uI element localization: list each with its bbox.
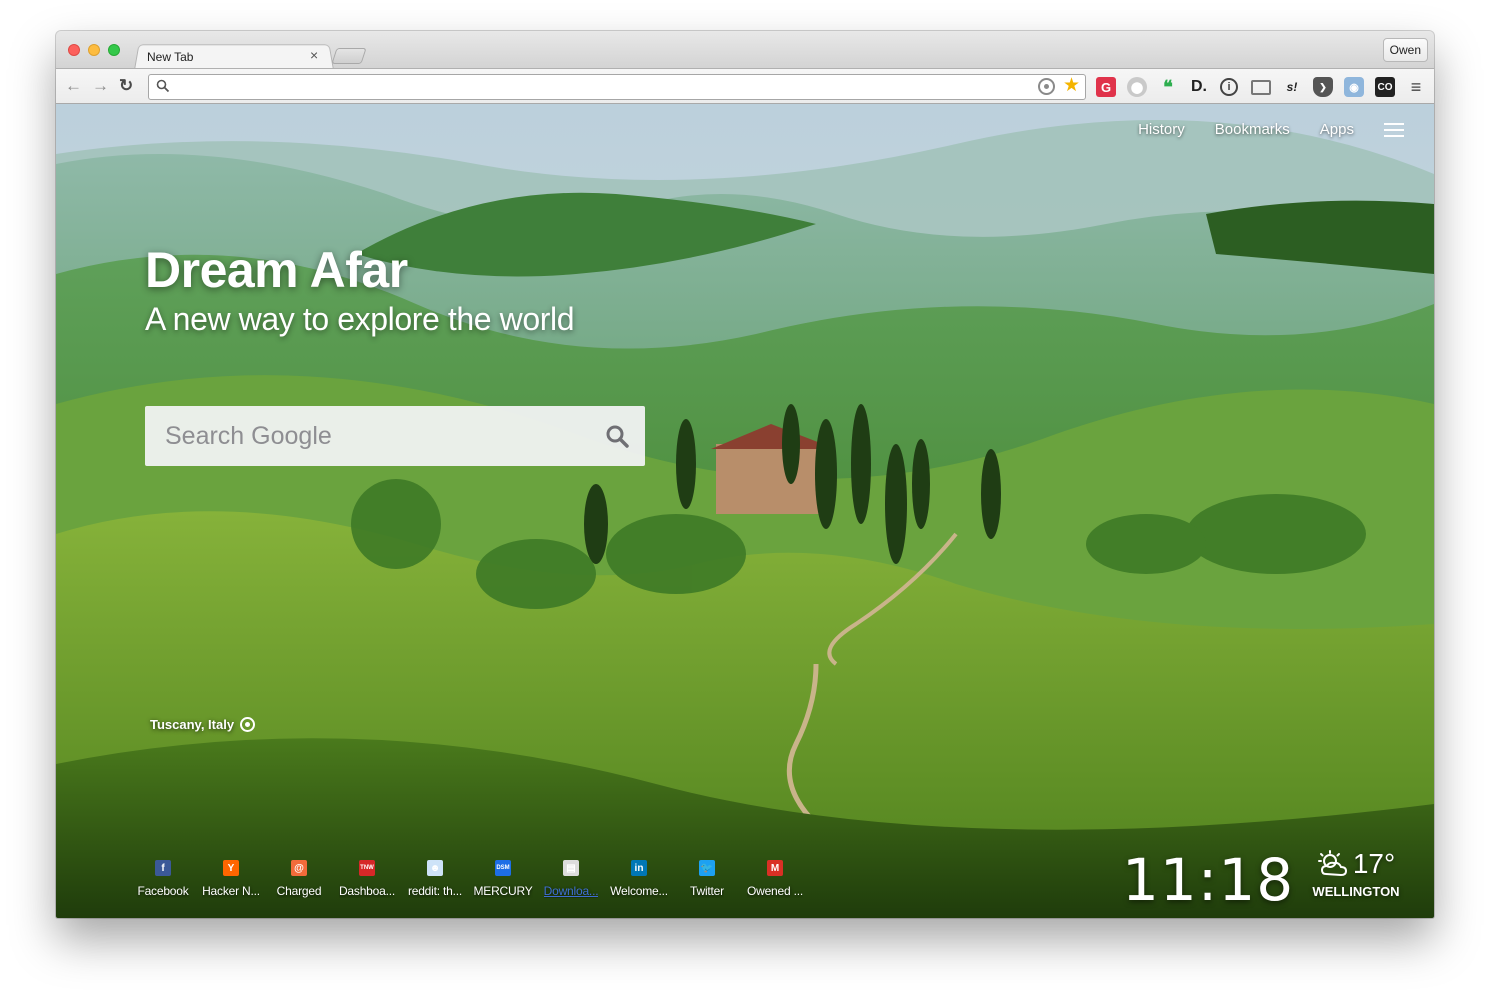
cast-icon[interactable] [1251, 80, 1271, 95]
pocket-icon[interactable]: ❯ [1313, 77, 1333, 97]
weather-widget[interactable]: 17° WELLINGTON [1311, 848, 1401, 899]
shortcut-label: Twitter [690, 884, 724, 898]
twitter-icon: 🐦 [699, 860, 715, 876]
shortcut-item[interactable]: TNW Dashboa... [333, 860, 401, 898]
minimize-window-button[interactable] [88, 44, 100, 56]
shortcut-item[interactable]: f Facebook [129, 860, 197, 898]
shortcut-item[interactable]: M Owened ... [741, 860, 809, 898]
shortcut-item[interactable]: Y Hacker N... [197, 860, 265, 898]
location-label[interactable]: Tuscany, Italy [150, 717, 234, 732]
search-icon[interactable] [605, 424, 629, 448]
shortcut-item[interactable]: in Welcome... [605, 860, 673, 898]
address-bar[interactable]: ★ [148, 74, 1086, 100]
browser-toolbar: ← → ↻ ★ G ⬤ ❝ D. i s! ❯ ◉ CO ≡ [56, 68, 1434, 104]
reload-button[interactable]: ↻ [119, 76, 133, 96]
camera-icon[interactable]: ◉ [1344, 77, 1364, 97]
hero-subtitle: A new way to explore the world [145, 301, 575, 337]
profile-button[interactable]: Owen [1382, 38, 1428, 62]
bookmark-star-icon[interactable]: ★ [1063, 76, 1080, 96]
hangouts-icon[interactable]: ❝ [1158, 77, 1178, 97]
hero-title: Dream Afar [145, 242, 408, 298]
gmail-icon: M [767, 860, 783, 876]
dashboard-icon: TNW [359, 860, 375, 876]
reddit-icon: ☻ [427, 860, 443, 876]
weather-temperature: 17° [1352, 848, 1396, 879]
tab-close-icon[interactable]: × [310, 48, 318, 62]
shortcut-item[interactable]: ☻ reddit: th... [401, 860, 469, 898]
shortcut-label: Charged [276, 884, 322, 898]
hacker-news-icon: Y [223, 860, 239, 876]
co-icon[interactable]: CO [1375, 77, 1395, 97]
facebook-icon: f [155, 860, 171, 876]
tab-title: New Tab [147, 50, 194, 64]
shortcut-item[interactable]: 🐦 Twitter [673, 860, 741, 898]
shortcut-item[interactable]: @ Charged [265, 860, 333, 898]
mercury-icon: DSM [495, 860, 511, 876]
history-link[interactable]: History [1138, 121, 1185, 138]
apps-link[interactable]: Apps [1320, 121, 1354, 138]
shield-icon[interactable]: ⬤ [1127, 77, 1147, 97]
linkedin-icon: in [631, 860, 647, 876]
tab-strip: New Tab × Owen [56, 31, 1434, 70]
shortcut-label: reddit: th... [407, 884, 463, 898]
shortcut-label: Owened ... [746, 884, 804, 898]
chrome-menu-icon[interactable]: ≡ [1406, 77, 1426, 97]
photo-location[interactable]: Tuscany, Italy [150, 717, 256, 732]
d-icon[interactable]: D. [1189, 77, 1209, 97]
shortcut-label: Downloa... [543, 884, 599, 898]
back-button[interactable]: ← [65, 76, 82, 96]
shortcut-bar: f Facebook Y Hacker N... @ Charged TNW Dashboa.… [129, 860, 809, 898]
shortcut-item[interactable]: ▤ Downloa... [537, 860, 605, 898]
close-window-button[interactable] [68, 44, 80, 56]
charged-icon: @ [291, 860, 307, 876]
top-nav: History Bookmarks Apps [1138, 121, 1354, 138]
zoom-window-button[interactable] [108, 44, 120, 56]
info-icon[interactable]: i [1220, 78, 1238, 96]
google-search-box[interactable]: Search Google [145, 406, 645, 466]
new-tab-button[interactable] [331, 48, 367, 64]
shortcut-item[interactable]: DSM MERCURY [469, 860, 537, 898]
shortcut-label: Welcome... [610, 884, 668, 898]
search-input[interactable]: Search Google [165, 422, 332, 451]
search-icon [156, 79, 170, 93]
shortcut-label: Dashboa... [338, 884, 396, 898]
bookmarks-link[interactable]: Bookmarks [1215, 121, 1290, 138]
grammarly-icon[interactable]: G [1096, 77, 1116, 97]
s-icon[interactable]: s! [1282, 77, 1302, 97]
download-icon: ▤ [563, 860, 579, 876]
partly-cloudy-icon [1317, 850, 1347, 877]
location-info-icon[interactable] [240, 717, 256, 732]
weather-city: WELLINGTON [1312, 884, 1400, 899]
target-icon[interactable] [1038, 78, 1055, 95]
forward-button[interactable]: → [92, 76, 109, 96]
clock: 11:18 [1122, 846, 1295, 914]
shortcut-label: MERCURY [473, 884, 533, 898]
browser-window: New Tab × Owen ← → ↻ ★ G ⬤ ❝ D. i s! ❯ ◉… [56, 31, 1434, 918]
shortcut-label: Facebook [137, 884, 189, 898]
background-landscape [56, 104, 1434, 918]
shortcut-label: Hacker N... [202, 884, 260, 898]
menu-icon[interactable] [1384, 123, 1404, 137]
new-tab-page: History Bookmarks Apps Dream Afar A new … [56, 104, 1434, 918]
